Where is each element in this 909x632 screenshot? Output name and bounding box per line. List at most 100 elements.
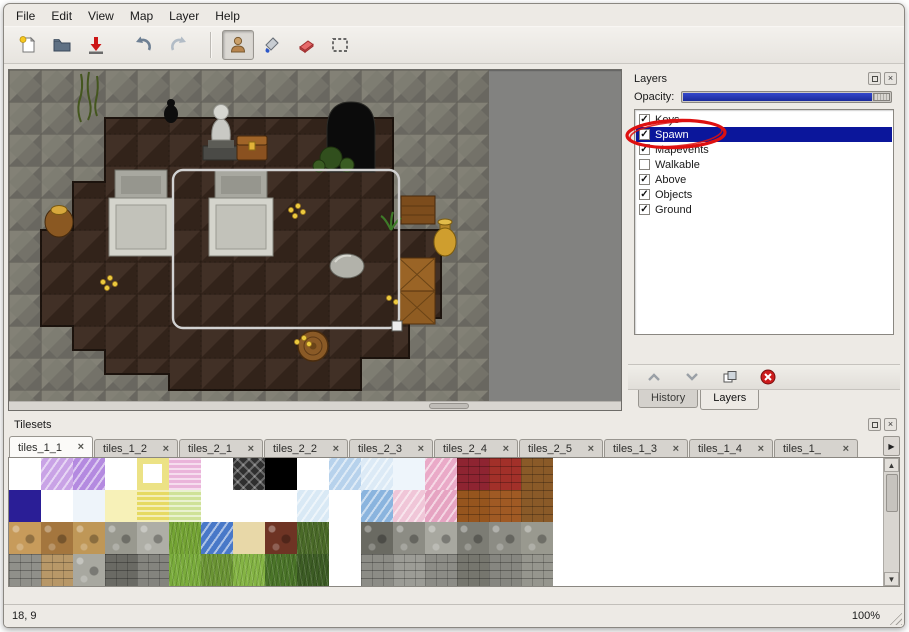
tile-2-11[interactable] (361, 522, 393, 554)
tile-3-7[interactable] (233, 554, 265, 586)
tileset-vscroll-thumb[interactable] (886, 474, 898, 512)
tile-1-5[interactable] (169, 490, 201, 522)
layer-row-mapevents[interactable]: ✓Mapevents (636, 142, 892, 157)
save-button[interactable] (80, 30, 112, 60)
tile-0-5[interactable] (169, 458, 201, 490)
tile-0-12[interactable] (393, 458, 425, 490)
tile-1-12[interactable] (393, 490, 425, 522)
close-panel-icon[interactable]: × (884, 418, 897, 431)
tile-3-4[interactable] (137, 554, 169, 586)
tile-3-0[interactable] (9, 554, 41, 586)
tile-2-4[interactable] (137, 522, 169, 554)
tile-2-10[interactable] (329, 522, 361, 554)
close-icon[interactable]: × (333, 444, 339, 455)
opacity-slider-handle[interactable] (873, 93, 890, 101)
tile-0-11[interactable] (361, 458, 393, 490)
tile-0-6[interactable] (201, 458, 233, 490)
resize-grip[interactable] (888, 611, 902, 625)
tile-1-1[interactable] (41, 490, 73, 522)
tile-1-6[interactable] (201, 490, 233, 522)
menu-view[interactable]: View (80, 7, 122, 25)
menu-map[interactable]: Map (122, 7, 161, 25)
layer-checkbox[interactable]: ✓ (639, 204, 650, 215)
delete-layer-button[interactable] (756, 367, 780, 387)
fill-button[interactable] (256, 30, 288, 60)
tile-2-7[interactable] (233, 522, 265, 554)
layer-row-ground[interactable]: ✓Ground (636, 202, 892, 217)
tileset-tab-tiles_1_4[interactable]: tiles_1_4× (689, 439, 773, 457)
tileset-tab-tiles_2_2[interactable]: tiles_2_2× (264, 439, 348, 457)
tile-2-16[interactable] (521, 522, 553, 554)
tile-2-5[interactable] (169, 522, 201, 554)
raise-layer-button[interactable] (642, 367, 666, 387)
tileset-vertical-scrollbar[interactable]: ▲ ▼ (883, 458, 899, 586)
layer-checkbox[interactable] (639, 159, 650, 170)
tile-3-5[interactable] (169, 554, 201, 586)
tile-1-14[interactable] (457, 490, 489, 522)
layer-row-keys[interactable]: ✓Keys (636, 112, 892, 127)
tile-1-15[interactable] (489, 490, 521, 522)
tile-0-14[interactable] (457, 458, 489, 490)
close-icon[interactable]: × (163, 444, 169, 455)
tile-3-14[interactable] (457, 554, 489, 586)
map-canvas[interactable] (8, 69, 622, 411)
tile-3-16[interactable] (521, 554, 553, 586)
tile-3-3[interactable] (105, 554, 137, 586)
tileset-tab-tiles_2_4[interactable]: tiles_2_4× (434, 439, 518, 457)
tile-1-11[interactable] (361, 490, 393, 522)
tile-0-10[interactable] (329, 458, 361, 490)
menu-help[interactable]: Help (207, 7, 248, 25)
tile-3-2[interactable] (73, 554, 105, 586)
menu-file[interactable]: File (8, 7, 43, 25)
tileset-tab-tiles_1_1[interactable]: tiles_1_1× (9, 436, 93, 457)
selection-resize-handle[interactable] (392, 321, 402, 331)
layer-checkbox[interactable]: ✓ (639, 174, 650, 185)
tile-1-7[interactable] (233, 490, 265, 522)
layer-checkbox[interactable]: ✓ (639, 144, 650, 155)
float-panel-icon[interactable] (868, 418, 881, 431)
tile-2-9[interactable] (297, 522, 329, 554)
tile-1-16[interactable] (521, 490, 553, 522)
tile-0-15[interactable] (489, 458, 521, 490)
tile-3-15[interactable] (489, 554, 521, 586)
eraser-button[interactable] (290, 30, 322, 60)
layer-checkbox[interactable]: ✓ (639, 129, 650, 140)
layer-checkbox[interactable]: ✓ (639, 189, 650, 200)
tile-3-13[interactable] (425, 554, 457, 586)
tile-3-10[interactable] (329, 554, 361, 586)
tile-3-1[interactable] (41, 554, 73, 586)
tile-2-1[interactable] (41, 522, 73, 554)
map-horizontal-scrollbar[interactable] (9, 401, 621, 410)
layer-list[interactable]: ✓Keys✓Spawn✓MapeventsWalkable✓Above✓Obje… (634, 109, 894, 335)
tile-2-3[interactable] (105, 522, 137, 554)
close-icon[interactable]: × (78, 442, 84, 453)
tile-2-14[interactable] (457, 522, 489, 554)
tile-3-6[interactable] (201, 554, 233, 586)
tileset-tab-tiles_1_3[interactable]: tiles_1_3× (604, 439, 688, 457)
duplicate-layer-button[interactable] (718, 367, 742, 387)
layer-row-above[interactable]: ✓Above (636, 172, 892, 187)
close-icon[interactable]: × (758, 444, 764, 455)
scroll-down-icon[interactable]: ▼ (884, 572, 899, 586)
tile-0-0[interactable] (9, 458, 41, 490)
tile-2-15[interactable] (489, 522, 521, 554)
tile-0-2[interactable] (73, 458, 105, 490)
tile-0-16[interactable] (521, 458, 553, 490)
layer-row-walkable[interactable]: Walkable (636, 157, 892, 172)
close-icon[interactable]: × (673, 444, 679, 455)
float-panel-icon[interactable] (868, 72, 881, 85)
tile-1-10[interactable] (329, 490, 361, 522)
tileset-tab-tiles_2_1[interactable]: tiles_2_1× (179, 439, 263, 457)
open-button[interactable] (46, 30, 78, 60)
layer-checkbox[interactable]: ✓ (639, 114, 650, 125)
map-hscroll-thumb[interactable] (429, 403, 469, 409)
tile-0-3[interactable] (105, 458, 137, 490)
tile-1-4[interactable] (137, 490, 169, 522)
tile-2-0[interactable] (9, 522, 41, 554)
tile-2-8[interactable] (265, 522, 297, 554)
tileset-tab-tiles_1_2[interactable]: tiles_1_2× (94, 439, 178, 457)
tile-1-3[interactable] (105, 490, 137, 522)
tileset-viewer[interactable]: ▲ ▼ (8, 457, 900, 587)
menu-edit[interactable]: Edit (43, 7, 80, 25)
tile-0-9[interactable] (297, 458, 329, 490)
